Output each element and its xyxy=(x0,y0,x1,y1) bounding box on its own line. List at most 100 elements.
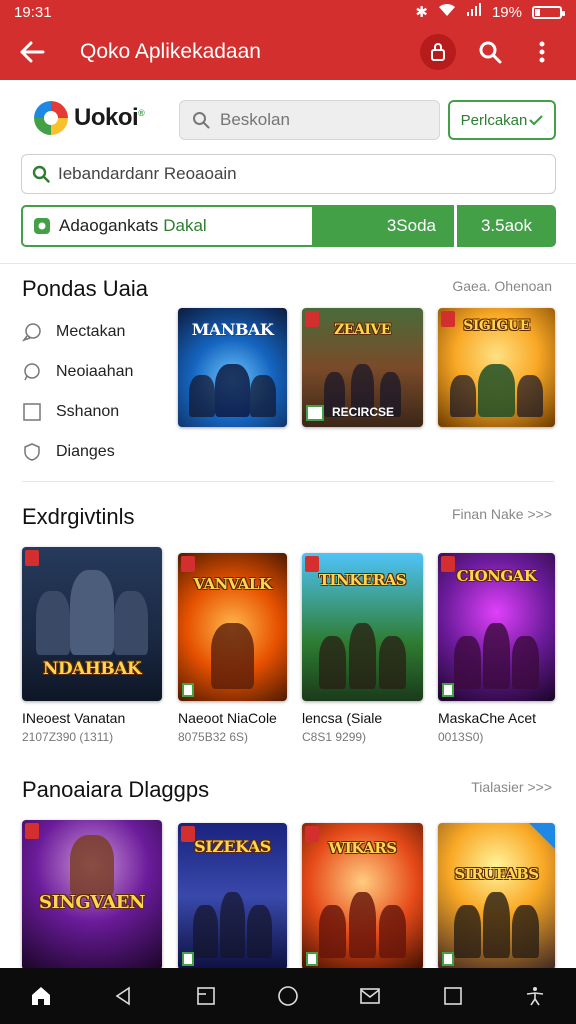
menu-item-label: Mectakan xyxy=(56,323,126,340)
section-link-2[interactable]: Finan Nake >>> xyxy=(452,506,552,522)
card-art-title: SIZEKAS xyxy=(194,837,271,856)
category-menu: Mectakan Neoiaahan Sshanon Dianges xyxy=(22,312,172,472)
promo-button[interactable]: 3.5aok xyxy=(457,205,556,247)
wifi-icon xyxy=(438,3,456,21)
secondary-search-placeholder: Iebandardanr Reoaoain xyxy=(58,164,237,183)
card-art-title: WIKARS xyxy=(328,839,397,857)
app-title: Qoko Aplikekadaan xyxy=(80,40,261,63)
game-card[interactable]: SIZEKAS xyxy=(178,823,287,970)
badge-icon xyxy=(442,683,454,697)
search-input[interactable] xyxy=(220,110,420,130)
card-art-figures xyxy=(36,570,148,655)
search-icon xyxy=(193,112,210,129)
search-box[interactable] xyxy=(179,100,440,140)
logo: Uokoi® xyxy=(34,100,145,136)
circle-home-icon[interactable] xyxy=(268,976,308,1016)
section-link-1[interactable]: Gaea. Ohenoan xyxy=(452,278,552,294)
record-icon xyxy=(34,218,50,234)
game-card[interactable]: SIRUFABS xyxy=(438,823,555,970)
search-icon xyxy=(32,165,50,183)
logo-registered: ® xyxy=(138,108,145,118)
badge-icon xyxy=(442,952,454,966)
menu-item-2[interactable]: Neoiaahan xyxy=(22,352,172,392)
checkbox-icon xyxy=(22,402,42,422)
outline-action-button[interactable]: Perlcakan xyxy=(448,100,556,140)
system-nav-bar xyxy=(0,968,576,1024)
section-title-3: Panoaiara Dlaggps xyxy=(22,777,210,802)
menu-item-3[interactable]: Sshanon xyxy=(22,392,172,432)
game-card[interactable]: TINKERAS xyxy=(302,553,423,701)
card-art-figures xyxy=(314,622,411,690)
game-card[interactable]: NDAHBAK xyxy=(22,547,162,701)
game-card[interactable]: SIGIGUE xyxy=(438,308,555,427)
mail-icon[interactable] xyxy=(350,976,390,1016)
badge-icon xyxy=(306,405,324,421)
card-subtitle: C8S1 9299) xyxy=(302,730,367,744)
card-art-title: SINGVAEN xyxy=(39,892,145,913)
card-art-title: MANBAK xyxy=(191,320,274,339)
badge-icon xyxy=(182,683,194,697)
battery-icon xyxy=(532,5,565,19)
status-time: 19:31 xyxy=(14,3,52,21)
card-subtitle: 0013S0) xyxy=(438,730,484,744)
card-art-figures xyxy=(36,835,148,895)
section-link-3[interactable]: Tialasier >>> xyxy=(471,779,552,795)
section-title-1: Pondas Uaia xyxy=(22,276,148,301)
bluetooth-icon: ✱ xyxy=(415,4,428,21)
promo-progress: 3Soda xyxy=(314,205,454,247)
card-art-figures xyxy=(314,892,411,959)
home-icon[interactable] xyxy=(21,976,61,1016)
speech-bubble-icon xyxy=(22,362,42,382)
lock-icon xyxy=(420,34,456,70)
recents-icon[interactable] xyxy=(186,976,226,1016)
game-card[interactable]: CIONGAK xyxy=(438,553,555,701)
card-art-label: RECIRCSE xyxy=(332,405,395,419)
card-art-figures xyxy=(449,363,544,418)
promo-fill-label: 3Soda xyxy=(386,216,436,235)
status-bar: 19:31 ✱ 19% xyxy=(0,0,576,24)
badge-icon xyxy=(305,556,319,572)
back-icon[interactable] xyxy=(103,976,143,1016)
game-card[interactable]: WIKARS xyxy=(302,823,423,970)
badge-icon xyxy=(182,952,194,966)
promo-bar[interactable]: Adaogankats Dakal xyxy=(21,205,314,247)
card-art-figures xyxy=(189,622,276,690)
menu-item-label: Sshanon xyxy=(56,403,120,420)
badge-icon xyxy=(25,550,39,566)
divider xyxy=(0,263,576,264)
game-card[interactable]: VANVALK xyxy=(178,553,287,701)
game-card[interactable]: SINGVAEN xyxy=(22,820,162,970)
card-caption: Naeoot NiaCole xyxy=(178,710,277,726)
menu-item-label: Dianges xyxy=(56,443,115,460)
accessibility-icon[interactable] xyxy=(515,976,555,1016)
section-title-2: Exdrgivtinls xyxy=(22,504,135,529)
card-art-title: NDAHBAK xyxy=(42,659,142,679)
search-icon[interactable] xyxy=(470,32,510,72)
card-art-title: TINKERAS xyxy=(318,571,407,589)
chat-bubble-icon xyxy=(22,322,42,342)
square-icon[interactable] xyxy=(433,976,473,1016)
logo-mark-icon xyxy=(34,101,68,135)
corner-ribbon xyxy=(529,823,555,849)
game-card[interactable]: MANBAK xyxy=(178,308,287,427)
check-icon xyxy=(529,115,544,126)
divider xyxy=(22,481,554,482)
badge-icon xyxy=(306,952,318,966)
menu-item-label: Neoiaahan xyxy=(56,363,134,380)
lock-button[interactable] xyxy=(418,32,458,72)
signal-icon xyxy=(466,3,482,21)
card-art-title: SIGIGUE xyxy=(463,318,530,334)
card-art-title: ZEAIVE xyxy=(334,322,391,338)
back-arrow-icon[interactable] xyxy=(14,34,50,70)
promo-button-label: 3.5aok xyxy=(480,216,533,235)
game-card[interactable]: ZEAIVE RECIRCSE xyxy=(302,308,423,427)
app-bar: Qoko Aplikekadaan xyxy=(0,24,576,80)
logo-text: Uokoi xyxy=(74,104,139,131)
card-art-title: VANVALK xyxy=(193,575,272,593)
secondary-search-field[interactable]: Iebandardanr Reoaoain xyxy=(21,154,556,194)
card-art-title: SIRUFABS xyxy=(454,865,539,883)
menu-item-4[interactable]: Dianges xyxy=(22,432,172,472)
card-art-figures xyxy=(189,892,276,959)
more-options-icon[interactable] xyxy=(522,32,562,72)
menu-item-1[interactable]: Mectakan xyxy=(22,312,172,352)
